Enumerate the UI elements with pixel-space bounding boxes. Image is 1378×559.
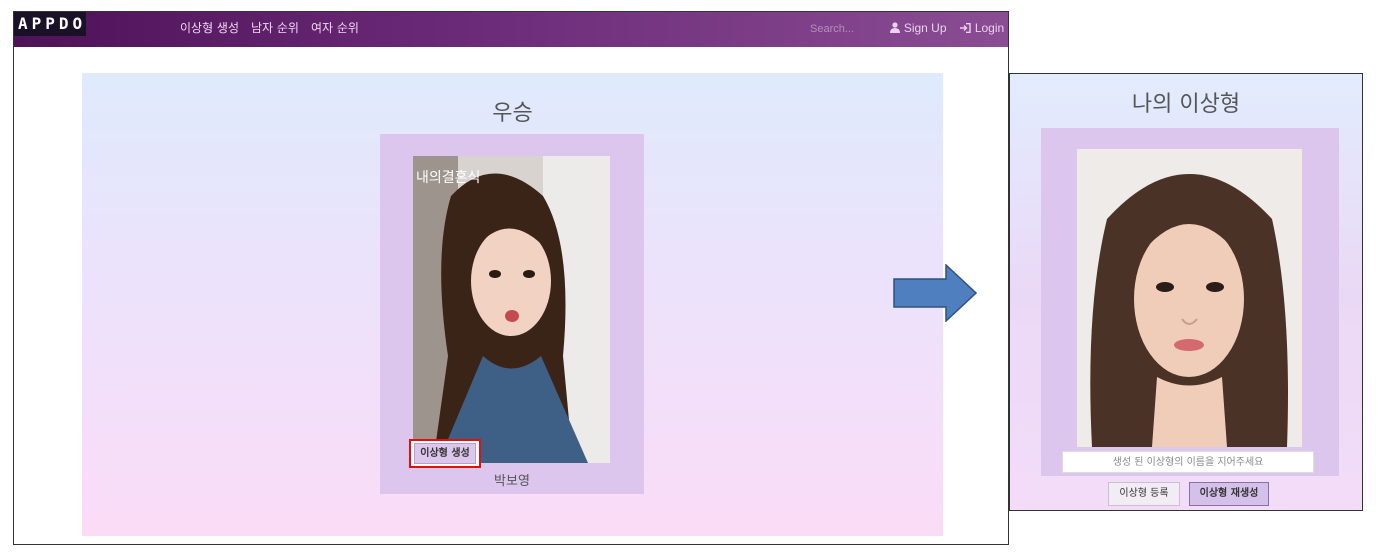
user-icon [890,22,900,33]
winner-panel: 우승 내의결혼식 박보영 [82,73,943,536]
ideal-type-name-input[interactable] [1062,451,1314,473]
login-icon [960,23,971,33]
winner-title: 우승 [492,101,533,126]
navbar: APPDO 이상형 생성 남자 순위 여자 순위 Sign Up Login [14,12,1008,47]
result-window: 나의 이상형 이상형 등록 이상형 재생성 [1009,73,1363,511]
generate-ideal-type-button[interactable]: 이상형 생성 [414,443,476,464]
nav-link-male-ranking[interactable]: 남자 순위 [251,12,299,44]
right-arrow-icon [893,264,977,322]
main-window: APPDO 이상형 생성 남자 순위 여자 순위 Sign Up Login 우… [13,11,1009,545]
photo-overlay-text: 내의결혼식 [416,170,480,186]
result-card [1041,128,1339,476]
sign-up-link[interactable]: Sign Up [890,12,947,44]
nav-link-generate[interactable]: 이상형 생성 [180,12,239,44]
winner-portrait-image: 내의결혼식 [413,156,610,463]
login-link[interactable]: Login [960,12,1004,44]
brand-logo[interactable]: APPDO [14,12,86,36]
regenerate-ideal-type-button[interactable]: 이상형 재생성 [1189,482,1269,506]
generate-button-highlight: 이상형 생성 [409,439,481,468]
winner-name: 박보영 [494,474,530,489]
generated-photo [1077,149,1302,447]
winner-photo: 내의결혼식 [413,156,610,463]
result-title: 나의 이상형 [1131,92,1241,117]
search-input[interactable] [810,20,872,38]
sign-up-label: Sign Up [903,21,947,35]
login-label: Login [974,21,1005,35]
nav-link-female-ranking[interactable]: 여자 순위 [311,12,359,44]
register-ideal-type-button[interactable]: 이상형 등록 [1108,482,1180,506]
generated-portrait-image [1077,149,1302,447]
